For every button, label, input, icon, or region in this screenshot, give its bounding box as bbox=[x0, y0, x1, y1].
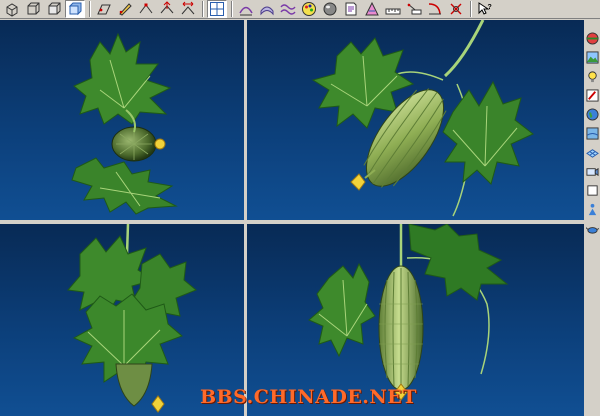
leaf bbox=[71, 157, 178, 215]
leaf bbox=[308, 262, 376, 358]
landscape-icon[interactable] bbox=[585, 49, 600, 66]
sheet-icon[interactable] bbox=[341, 0, 361, 18]
viewport-perspective[interactable] bbox=[247, 20, 584, 220]
app-window: ? BBS.CHINADE.NET bbox=[0, 0, 600, 416]
grid-view-icon[interactable] bbox=[207, 0, 227, 18]
vine bbox=[443, 20, 485, 78]
flower bbox=[350, 173, 366, 191]
wave-deform-icon[interactable] bbox=[278, 0, 298, 18]
gradient-icon[interactable] bbox=[362, 0, 382, 18]
camera-icon[interactable] bbox=[585, 163, 600, 180]
blank-square-icon[interactable] bbox=[585, 182, 600, 199]
edit-object-icon[interactable] bbox=[585, 87, 600, 104]
perspective-cube-icon[interactable] bbox=[2, 0, 22, 18]
perspective-view-scene bbox=[311, 20, 534, 217]
plane-tool-icon[interactable] bbox=[94, 0, 114, 18]
viewport-top[interactable] bbox=[0, 20, 244, 220]
mesh-icon[interactable] bbox=[585, 144, 600, 161]
toolbar-separator bbox=[202, 1, 204, 17]
node-tool-icon[interactable] bbox=[136, 0, 156, 18]
bend-tool-icon[interactable] bbox=[425, 0, 445, 18]
right-toolbar bbox=[584, 20, 600, 416]
wireframe-cube-icon[interactable] bbox=[23, 0, 43, 18]
hidden-line-cube-icon[interactable] bbox=[44, 0, 64, 18]
toolbar-separator bbox=[231, 1, 233, 17]
help-cursor-icon[interactable]: ? bbox=[475, 0, 495, 18]
svg-text:?: ? bbox=[488, 4, 492, 11]
move-node-icon[interactable] bbox=[157, 0, 177, 18]
texture-icon[interactable] bbox=[585, 125, 600, 142]
watermark-text: BBS.CHINADE.NET bbox=[200, 386, 417, 408]
scale-node-icon[interactable] bbox=[178, 0, 198, 18]
flower bbox=[154, 138, 166, 150]
edit-curve-icon[interactable] bbox=[236, 0, 256, 18]
twist-tool-icon[interactable] bbox=[446, 0, 466, 18]
flower bbox=[151, 395, 165, 413]
material-sphere-icon[interactable] bbox=[320, 0, 340, 18]
leaf bbox=[73, 32, 172, 125]
edit-surface-icon[interactable] bbox=[257, 0, 277, 18]
toolbar-separator bbox=[89, 1, 91, 17]
pen-tool-icon[interactable] bbox=[115, 0, 135, 18]
leaf bbox=[442, 80, 534, 185]
teapot-icon[interactable] bbox=[585, 220, 600, 237]
sphere-render-icon[interactable] bbox=[585, 30, 600, 47]
main-toolbar: ? bbox=[0, 0, 600, 19]
toolbar-separator bbox=[470, 1, 472, 17]
top-view-scene bbox=[71, 32, 178, 215]
gourd bbox=[115, 363, 153, 407]
shaded-cube-icon[interactable] bbox=[65, 0, 85, 18]
figure-icon[interactable] bbox=[585, 201, 600, 218]
globe-icon[interactable] bbox=[585, 106, 600, 123]
measure-icon[interactable] bbox=[404, 0, 424, 18]
color-palette-icon[interactable] bbox=[299, 0, 319, 18]
leaf bbox=[408, 224, 509, 301]
ruler-icon[interactable] bbox=[383, 0, 403, 18]
light-bulb-icon[interactable] bbox=[585, 68, 600, 85]
